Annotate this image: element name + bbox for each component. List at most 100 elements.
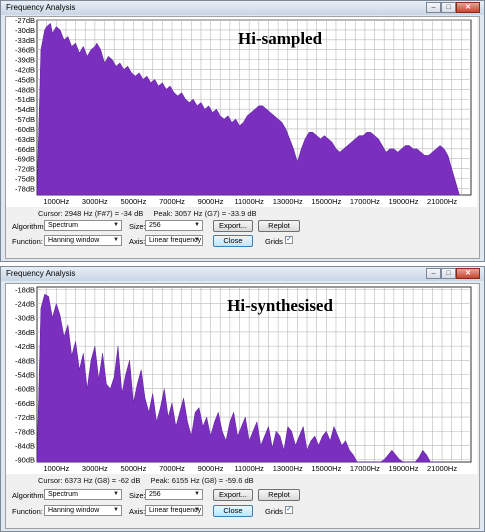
overlay-label: Hi-sampled <box>238 29 323 48</box>
grids-checkbox[interactable]: ✓ <box>285 236 293 244</box>
function-value: Hanning window <box>48 237 100 244</box>
y-tick-label: -33dB <box>15 36 35 45</box>
y-tick-label: -39dB <box>15 56 35 65</box>
spectrum-svg: -27dB-30dB-33dB-36dB-39dB-42dB-45dB-48dB… <box>15 17 472 206</box>
frequency-analysis-window-1: Frequency Analysis – □ ✕ -27dB -30dB -33dB… <box>0 0 485 262</box>
analysis-panel: -27dB -30dB -33dB -36dB -39dB -42dB -45dB -48dB… <box>5 16 480 259</box>
y-tick-label: -63dB <box>15 135 35 144</box>
y-tick-label: -75dB <box>15 174 35 183</box>
algorithm-select[interactable]: Spectrum ▼ <box>44 489 122 500</box>
x-tick-label: 9000Hz <box>198 464 224 473</box>
chevron-down-icon: ▼ <box>194 491 200 497</box>
export-button[interactable]: Export... <box>213 220 253 232</box>
chevron-down-icon: ▼ <box>194 507 200 513</box>
y-tick-label: -60dB <box>15 125 35 134</box>
x-tick-label: 7000Hz <box>159 464 185 473</box>
y-tick-label: -51dB <box>15 95 35 104</box>
grids-checkbox[interactable]: ✓ <box>285 506 293 514</box>
analysis-panel: -18dB -24dB -30dB -36dB -42dB -48dB -54dB -60dB… <box>5 283 480 529</box>
status-line: Cursor: 6373 Hz (G8) = -62 dB Peak: 6155… <box>38 476 262 485</box>
y-tick-label: -72dB <box>15 413 35 422</box>
axis-label: Axis: <box>129 237 146 246</box>
close-button[interactable]: Close <box>213 235 253 247</box>
y-tick-label: -69dB <box>15 155 35 164</box>
x-tick-label: 19000Hz <box>388 464 418 473</box>
spectrum-plot[interactable]: -18dB -24dB -30dB -36dB -42dB -48dB -54dB -60dB… <box>6 284 477 474</box>
x-tick-label: 9000Hz <box>198 197 224 206</box>
y-tick-label: -27dB <box>15 17 35 25</box>
x-tick-label: 11000Hz <box>234 464 264 473</box>
y-tick-label: -24dB <box>15 300 35 309</box>
x-tick-label: 21000Hz <box>427 197 457 206</box>
x-tick-label: 13000Hz <box>273 464 303 473</box>
minimize-icon[interactable]: – <box>426 268 441 279</box>
y-tick-label: -36dB <box>15 46 35 55</box>
x-tick-label: 1000Hz <box>43 197 69 206</box>
size-select[interactable]: 256 ▼ <box>145 489 203 500</box>
x-tick-label: 11000Hz <box>234 197 264 206</box>
algorithm-select[interactable]: Spectrum ▼ <box>44 220 122 231</box>
algorithm-label: Algorithm: <box>12 491 46 500</box>
y-tick-label: -78dB <box>15 184 35 193</box>
algorithm-label: Algorithm: <box>12 222 46 231</box>
axis-select[interactable]: Linear frequency ▼ <box>145 235 203 246</box>
y-tick-label: -42dB <box>15 66 35 75</box>
y-tick-label: -48dB <box>15 85 35 94</box>
size-select[interactable]: 256 ▼ <box>145 220 203 231</box>
y-tick-label: -57dB <box>15 115 35 124</box>
cursor-readout: Cursor: 2948 Hz (F#7) = -34 dB <box>38 209 144 218</box>
y-tick-label: -78dB <box>15 427 35 436</box>
y-tick-label: -45dB <box>15 75 35 84</box>
maximize-icon[interactable]: □ <box>441 2 456 13</box>
chevron-down-icon: ▼ <box>113 237 119 243</box>
replot-button[interactable]: Replot <box>258 489 300 501</box>
y-tick-label: -54dB <box>15 371 35 380</box>
replot-button[interactable]: Replot <box>258 220 300 232</box>
peak-readout: Peak: 3057 Hz (G7) = -33.9 dB <box>153 209 257 218</box>
chevron-down-icon: ▼ <box>113 507 119 513</box>
x-tick-label: 13000Hz <box>273 197 303 206</box>
title-bar[interactable]: Frequency Analysis – □ ✕ <box>1 267 484 281</box>
window-buttons: – □ ✕ <box>426 2 480 13</box>
size-value: 256 <box>149 222 161 229</box>
window-title: Frequency Analysis <box>6 3 76 12</box>
y-tick-label: -42dB <box>15 342 35 351</box>
x-tick-label: 5000Hz <box>121 197 147 206</box>
overlay-label: Hi-synthesised <box>227 296 333 315</box>
x-tick-label: 17000Hz <box>350 197 380 206</box>
y-tick-label: -90dB <box>15 456 35 465</box>
cursor-readout: Cursor: 6373 Hz (G8) = -62 dB <box>38 476 141 485</box>
algorithm-value: Spectrum <box>48 491 78 498</box>
y-tick-label: -48dB <box>15 356 35 365</box>
close-icon[interactable]: ✕ <box>456 268 480 279</box>
size-value: 256 <box>149 491 161 498</box>
x-tick-label: 15000Hz <box>311 197 341 206</box>
export-button[interactable]: Export... <box>213 489 253 501</box>
chevron-down-icon: ▼ <box>194 222 200 228</box>
function-value: Hanning window <box>48 507 100 514</box>
x-tick-label: 5000Hz <box>121 464 147 473</box>
function-select[interactable]: Hanning window ▼ <box>44 235 122 246</box>
minimize-icon[interactable]: – <box>426 2 441 13</box>
x-tick-label: 17000Hz <box>350 464 380 473</box>
y-tick-label: -30dB <box>15 26 35 35</box>
grids-label: Grids <box>265 507 283 516</box>
x-tick-label: 1000Hz <box>43 464 69 473</box>
y-tick-label: -72dB <box>15 165 35 174</box>
chevron-down-icon: ▼ <box>113 222 119 228</box>
maximize-icon[interactable]: □ <box>441 268 456 279</box>
y-tick-label: -66dB <box>15 145 35 154</box>
status-line: Cursor: 2948 Hz (F#7) = -34 dB Peak: 305… <box>38 209 265 218</box>
spectrum-plot[interactable]: -27dB -30dB -33dB -36dB -39dB -42dB -45dB -48dB… <box>6 17 477 207</box>
x-tick-label: 3000Hz <box>82 464 108 473</box>
y-tick-label: -18dB <box>15 285 35 294</box>
close-icon[interactable]: ✕ <box>456 2 480 13</box>
function-select[interactable]: Hanning window ▼ <box>44 505 122 516</box>
title-bar[interactable]: Frequency Analysis – □ ✕ <box>1 1 484 15</box>
axis-select[interactable]: Linear frequency ▼ <box>145 505 203 516</box>
grids-label: Grids <box>265 237 283 246</box>
x-tick-label: 3000Hz <box>82 197 108 206</box>
size-label: Size: <box>129 491 146 500</box>
close-button[interactable]: Close <box>213 505 253 517</box>
x-tick-label: 19000Hz <box>388 197 418 206</box>
